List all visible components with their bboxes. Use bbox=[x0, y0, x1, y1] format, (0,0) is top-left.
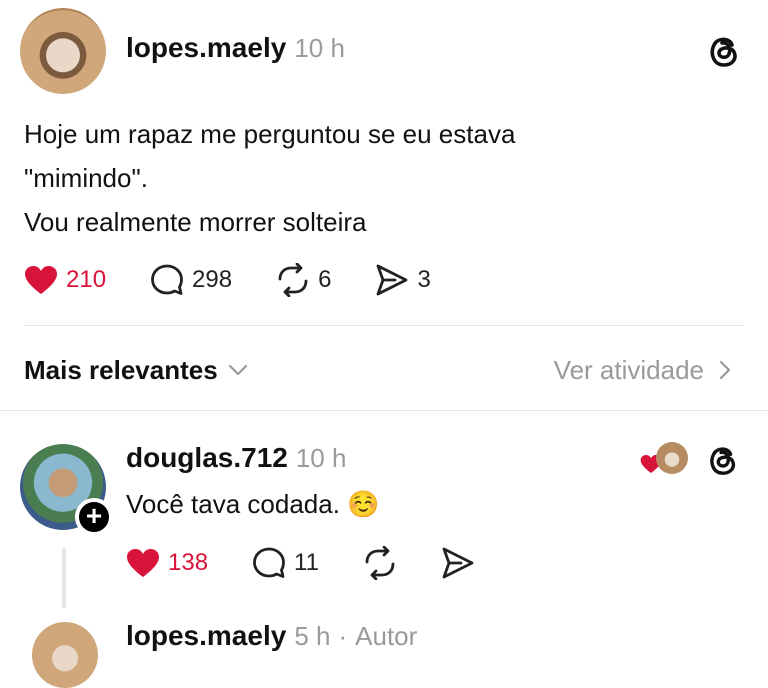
share-icon bbox=[377, 264, 408, 296]
threads-icon[interactable] bbox=[706, 32, 742, 70]
post-line-3: Vou realmente morrer solteira bbox=[24, 207, 367, 237]
reply-like-count: 138 bbox=[168, 549, 209, 576]
share-button[interactable]: 3 bbox=[375, 264, 431, 296]
activity-label: Ver atividade bbox=[553, 354, 704, 385]
post-text: Hoje um rapaz me perguntou se eu estava … bbox=[24, 112, 515, 244]
reply-username[interactable]: douglas.712 bbox=[126, 442, 288, 474]
reply-text: Você tava codada. ☺️ bbox=[126, 489, 380, 519]
heart-icon bbox=[25, 266, 57, 294]
sort-divider bbox=[0, 410, 768, 411]
next-reply-header: lopes.maely 5 h · Autor bbox=[126, 620, 417, 652]
reply-share-button[interactable] bbox=[441, 547, 475, 579]
post-actions: 210 298 6 3 bbox=[24, 260, 431, 300]
comment-count: 298 bbox=[192, 266, 233, 293]
like-button[interactable]: 210 bbox=[24, 265, 106, 295]
chevron-right-icon bbox=[719, 360, 731, 380]
reply-actions: 138 11 bbox=[126, 543, 475, 583]
post-username[interactable]: lopes.maely bbox=[126, 32, 286, 64]
thread-line bbox=[62, 548, 66, 608]
share-count: 3 bbox=[417, 266, 431, 293]
post-line-2: "mimindo". bbox=[24, 163, 148, 193]
post-time: 10 h bbox=[294, 33, 345, 63]
reply-threads-icon[interactable] bbox=[706, 442, 740, 478]
follow-plus-button[interactable]: + bbox=[75, 498, 113, 536]
author-avatar[interactable] bbox=[20, 8, 106, 94]
reply-time: 10 h bbox=[295, 443, 347, 473]
next-reply-username[interactable]: lopes.maely bbox=[126, 620, 286, 652]
sort-dropdown[interactable]: Mais relevantes bbox=[24, 350, 248, 390]
plus-icon: + bbox=[85, 500, 103, 531]
author-liked-avatar bbox=[656, 442, 688, 474]
reply-comment-count: 11 bbox=[294, 549, 319, 576]
sort-label: Mais relevantes bbox=[24, 354, 218, 385]
reply-header: douglas.712 10 h bbox=[126, 442, 346, 474]
post-divider bbox=[24, 325, 744, 326]
repost-button[interactable]: 6 bbox=[276, 263, 331, 297]
next-reply-separator: · bbox=[338, 621, 348, 651]
share-icon bbox=[442, 547, 474, 579]
post-line-1: Hoje um rapaz me perguntou se eu estava bbox=[24, 119, 516, 149]
next-reply-time: 5 h bbox=[294, 621, 331, 651]
activity-link[interactable]: Ver atividade bbox=[554, 350, 732, 390]
reply-comment-button[interactable]: 11 bbox=[252, 547, 319, 579]
like-count: 210 bbox=[66, 266, 107, 293]
chevron-down-icon bbox=[228, 364, 247, 376]
heart-icon bbox=[127, 549, 159, 577]
repost-icon bbox=[365, 546, 395, 580]
post-header: lopes.maely 10 h bbox=[126, 32, 345, 64]
comment-button[interactable]: 298 bbox=[150, 264, 232, 296]
comment-icon bbox=[253, 547, 285, 578]
repost-icon bbox=[278, 263, 308, 297]
reply-like-button[interactable]: 138 bbox=[126, 548, 208, 578]
repost-count: 6 bbox=[318, 266, 332, 293]
reply-repost-button[interactable] bbox=[363, 546, 397, 580]
author-tag: Autor bbox=[355, 621, 418, 651]
comment-icon bbox=[151, 264, 183, 295]
